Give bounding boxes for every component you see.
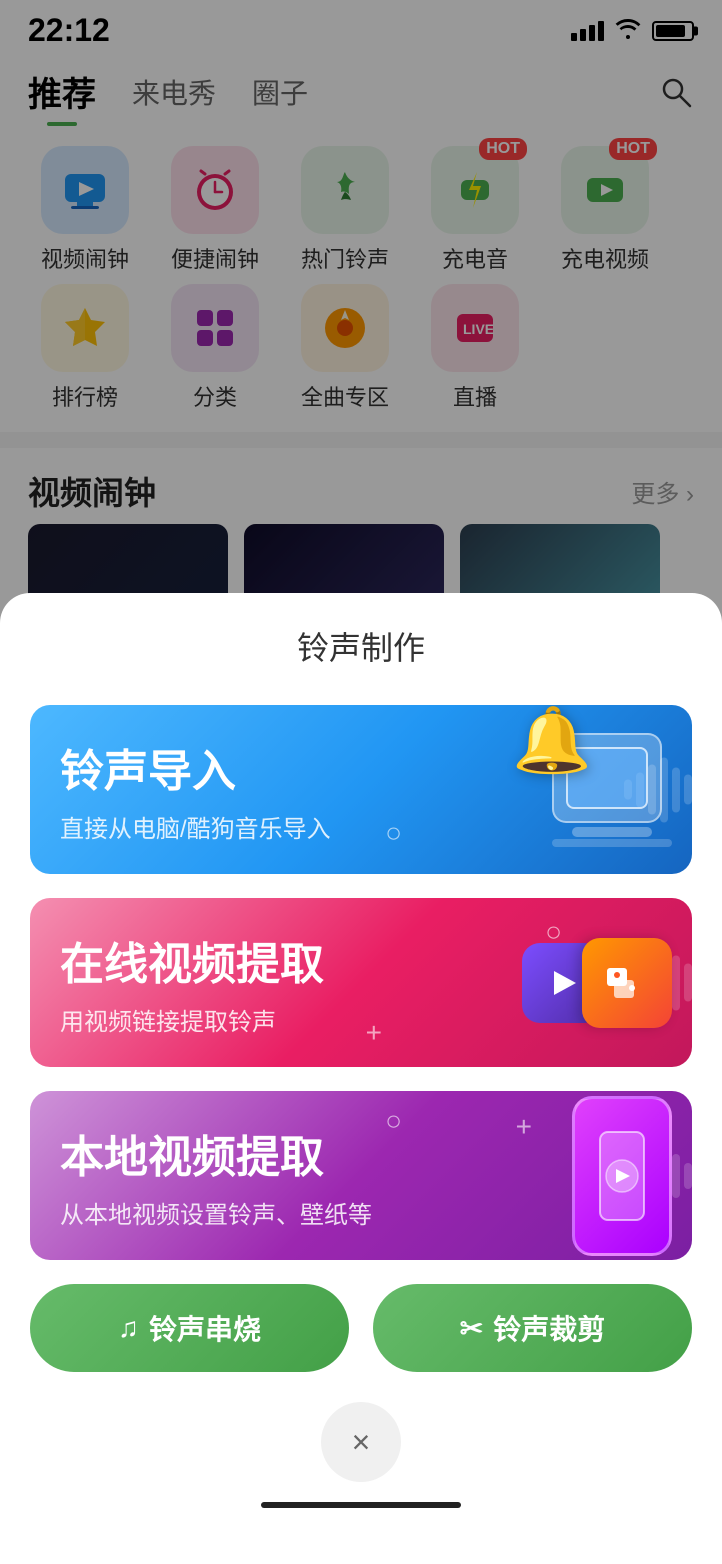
card-online-title: 在线视频提取 — [60, 928, 662, 992]
modal-title: 铃声制作 — [30, 623, 692, 669]
card-import-subtitle: 直接从电脑/酷狗音乐导入 — [60, 809, 662, 844]
card-online-subtitle: 用视频链接提取铃声 — [60, 1002, 662, 1037]
card-local-video[interactable]: + ○ 本地视频提取 从本地视频设置铃声、壁纸等 — [30, 1091, 692, 1260]
modal-sheet: 铃声制作 + ○ 铃声导入 直接从电脑/酷狗音乐导入 🔔 — [0, 593, 722, 1564]
close-button[interactable]: × — [321, 1402, 401, 1482]
medley-button[interactable]: ♫ 铃声串烧 — [30, 1284, 349, 1372]
home-indicator — [30, 1502, 692, 1524]
card-local-subtitle: 从本地视频设置铃声、壁纸等 — [60, 1195, 662, 1230]
medley-icon: ♫ — [118, 1312, 139, 1344]
card-online-video[interactable]: ○ + 在线视频提取 用视频链接提取铃声 — [30, 898, 692, 1067]
trim-button[interactable]: ✂ 铃声裁剪 — [373, 1284, 692, 1372]
trim-label: 铃声裁剪 — [493, 1308, 605, 1348]
close-icon: × — [352, 1424, 371, 1461]
home-bar — [261, 1502, 461, 1508]
card-import[interactable]: + ○ 铃声导入 直接从电脑/酷狗音乐导入 🔔 — [30, 705, 692, 874]
close-button-wrap: × — [30, 1402, 692, 1482]
scissors-icon: ✂ — [460, 1312, 483, 1345]
bottom-buttons: ♫ 铃声串烧 ✂ 铃声裁剪 — [30, 1284, 692, 1372]
card-import-title: 铃声导入 — [60, 735, 662, 799]
card-local-title: 本地视频提取 — [60, 1121, 662, 1185]
medley-label: 铃声串烧 — [149, 1308, 261, 1348]
